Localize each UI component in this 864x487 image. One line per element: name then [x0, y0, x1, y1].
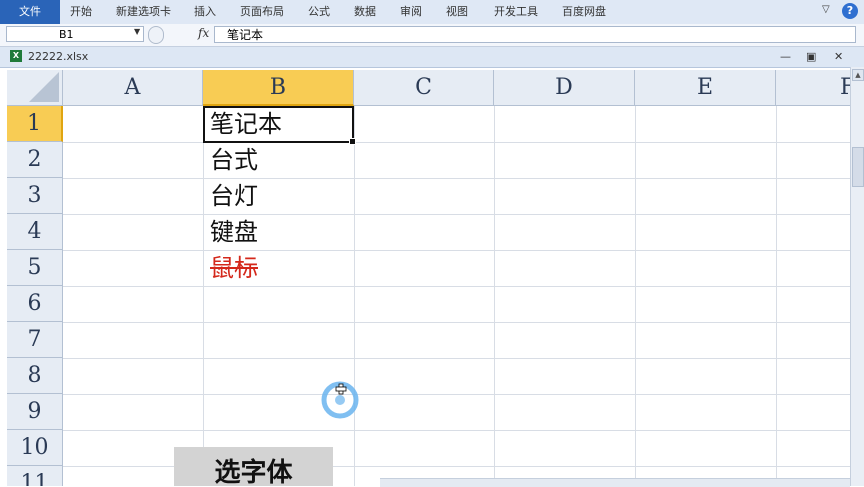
ribbon-bar: 文件 开始 新建选项卡 插入 页面布局 公式 数据 审阅 视图 开发工具 百度网…: [0, 0, 864, 25]
formula-input[interactable]: 笔记本: [214, 26, 856, 43]
minimize-icon[interactable]: —: [780, 50, 791, 63]
worksheet-grid[interactable]: A B C D E F 1 2 3 4 5 6 7 8 9 10 11 笔记本 …: [7, 70, 850, 486]
gridline: [63, 178, 850, 179]
cell-b4[interactable]: 键盘: [208, 214, 353, 250]
name-box-dropdown-icon[interactable]: ▼: [134, 27, 140, 36]
cell-b2[interactable]: 台式: [208, 142, 353, 178]
insert-function-icon[interactable]: fx: [198, 26, 209, 40]
tab-formulas[interactable]: 公式: [308, 0, 330, 24]
tab-view[interactable]: 视图: [446, 0, 468, 24]
row-header-2[interactable]: 2: [7, 142, 63, 178]
tab-home[interactable]: 开始: [70, 0, 92, 24]
ribbon-collapse-icon[interactable]: ▽: [822, 4, 830, 15]
excel-file-icon: X: [10, 50, 22, 62]
gridline: [63, 250, 850, 251]
restore-icon[interactable]: ▣: [806, 50, 816, 63]
row-header-5[interactable]: 5: [7, 250, 63, 286]
gridline: [635, 106, 636, 486]
formula-expand-control[interactable]: [148, 26, 164, 44]
column-header-a[interactable]: A: [63, 70, 203, 106]
column-header-c[interactable]: C: [354, 70, 494, 106]
tab-review[interactable]: 审阅: [400, 0, 422, 24]
scroll-thumb[interactable]: [852, 147, 864, 187]
gridline: [776, 106, 777, 486]
row-header-11[interactable]: 11: [7, 466, 63, 486]
tab-developer[interactable]: 开发工具: [494, 0, 538, 24]
gridline: [354, 106, 355, 486]
tab-new[interactable]: 新建选项卡: [116, 0, 171, 24]
row-header-1[interactable]: 1: [7, 106, 63, 142]
select-all-corner[interactable]: [7, 70, 63, 106]
row-header-3[interactable]: 3: [7, 178, 63, 214]
name-box[interactable]: B1: [6, 26, 144, 42]
vertical-scrollbar[interactable]: ▲: [850, 67, 864, 486]
gridline: [203, 106, 204, 486]
row-header-10[interactable]: 10: [7, 430, 63, 466]
tab-data[interactable]: 数据: [354, 0, 376, 24]
gridline: [63, 358, 850, 359]
column-header-d[interactable]: D: [494, 70, 635, 106]
row-header-9[interactable]: 9: [7, 394, 63, 430]
column-header-b[interactable]: B: [203, 70, 354, 106]
gridline: [63, 394, 850, 395]
cell-b3[interactable]: 台灯: [208, 178, 353, 214]
row-header-8[interactable]: 8: [7, 358, 63, 394]
cell-b5[interactable]: 鼠标: [208, 250, 353, 286]
gridline: [63, 430, 850, 431]
gridline: [63, 286, 850, 287]
gridline: [63, 142, 850, 143]
file-tab[interactable]: 文件: [0, 0, 60, 24]
column-header-e[interactable]: E: [635, 70, 776, 106]
tab-baidu-netdisk[interactable]: 百度网盘: [562, 0, 606, 24]
row-header-4[interactable]: 4: [7, 214, 63, 250]
row-header-7[interactable]: 7: [7, 322, 63, 358]
workbook-filename: 22222.xlsx: [28, 50, 89, 63]
gridline: [63, 214, 850, 215]
row-header-6[interactable]: 6: [7, 286, 63, 322]
tab-insert[interactable]: 插入: [194, 0, 216, 24]
help-icon[interactable]: ?: [842, 3, 858, 19]
gridline: [63, 322, 850, 323]
close-icon[interactable]: ✕: [834, 50, 843, 63]
tab-page-layout[interactable]: 页面布局: [240, 0, 284, 24]
gridline: [494, 106, 495, 486]
column-header-f[interactable]: F: [776, 70, 850, 106]
click-indicator-icon: [321, 381, 359, 419]
video-caption: 选字体: [174, 447, 333, 486]
workbook-title-bar: [0, 47, 864, 68]
scroll-up-icon[interactable]: ▲: [852, 69, 864, 81]
active-cell-selection[interactable]: [203, 106, 356, 145]
